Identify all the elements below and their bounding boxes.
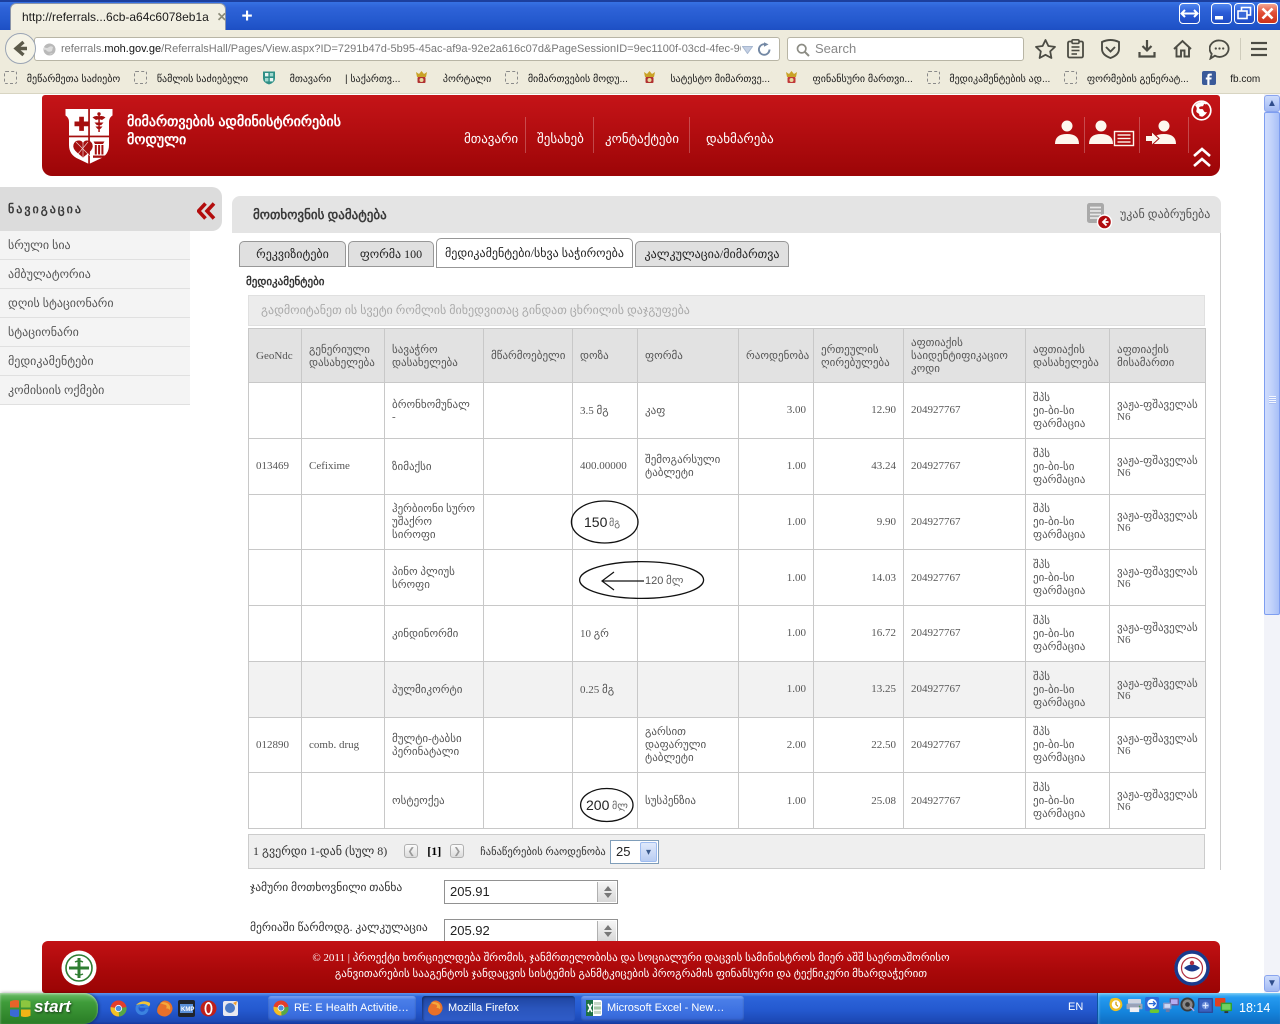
svg-text:მგ: მგ	[609, 517, 620, 529]
svg-text:მლ: მლ	[666, 574, 684, 587]
svg-text:200: 200	[586, 797, 610, 813]
svg-text:120: 120	[645, 575, 663, 587]
svg-text:მლ: მლ	[612, 800, 628, 812]
svg-text:KMP: KMP	[181, 1007, 194, 1013]
svg-text:150: 150	[584, 514, 608, 530]
